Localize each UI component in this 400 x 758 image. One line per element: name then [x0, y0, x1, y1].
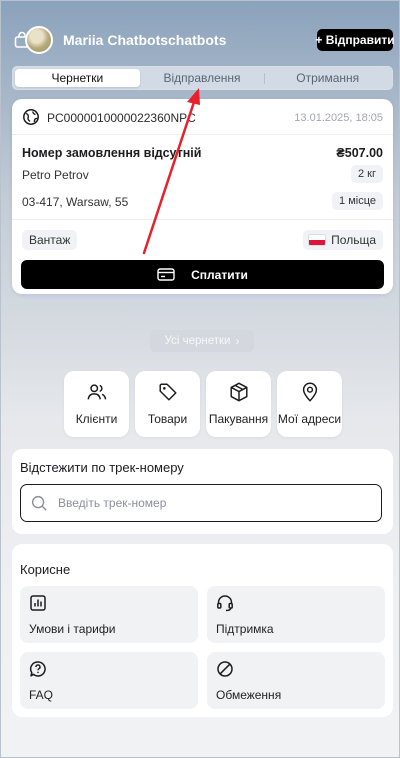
search-icon — [31, 495, 47, 511]
quick-action-label: Клієнти — [75, 412, 118, 426]
tab-incoming[interactable]: Отримання — [265, 69, 390, 87]
credit-card-icon — [157, 268, 175, 281]
quick-action-products[interactable]: Товари — [135, 371, 200, 437]
headset-icon — [217, 595, 233, 612]
order-price: ₴507.00 — [336, 146, 383, 160]
tab-outgoing[interactable]: Відправлення — [140, 69, 265, 87]
user-name: Mariia Chatbotschatbots — [63, 32, 227, 48]
quick-action-label: Мої адреси — [277, 412, 342, 426]
quick-action-packaging[interactable]: Пакування — [206, 371, 271, 437]
header: Mariia Chatbotschatbots + Відправити — [1, 1, 399, 63]
pay-button-label: Сплатити — [191, 267, 248, 282]
globe-icon — [23, 109, 39, 125]
useful-support[interactable]: Підтримка — [207, 586, 385, 643]
useful-title: Корисне — [20, 562, 71, 577]
poland-flag-icon — [308, 234, 327, 246]
tab-drafts[interactable]: Чернетки — [15, 69, 140, 87]
useful-item-label: FAQ — [29, 688, 54, 702]
useful-restrictions[interactable]: Обмеження — [207, 652, 385, 709]
all-drafts-label: Усі чернетки — [164, 335, 231, 347]
prohibited-icon — [217, 661, 233, 677]
quick-action-label: Пакування — [208, 412, 269, 426]
places-badge: 1 місце — [332, 192, 383, 210]
quick-action-clients[interactable]: Клієнти — [64, 371, 129, 437]
order-card-header: PC0000010000022360NPC 13.01.2025, 18:05 — [12, 99, 393, 135]
order-id: PC0000010000022360NPC — [47, 111, 196, 125]
shipment-type-badge: Вантаж — [22, 230, 78, 250]
quick-action-my-addresses[interactable]: Мої адреси — [277, 371, 342, 437]
useful-item-label: Підтримка — [216, 622, 274, 636]
quick-action-label: Товари — [147, 412, 188, 426]
recipient-address: 03-417, Warsaw, 55 — [22, 195, 129, 209]
app-screen: Mariia Chatbotschatbots + Відправити Чер… — [0, 0, 400, 758]
box-icon — [229, 382, 248, 402]
question-bubble-icon — [29, 661, 46, 677]
divider — [12, 219, 393, 220]
map-pin-icon — [302, 382, 317, 402]
useful-section: Корисне Умови і тарифи Підтримка FAQ Обм… — [12, 544, 393, 717]
useful-faq[interactable]: FAQ — [20, 652, 198, 709]
chevron-right-icon: › — [235, 334, 240, 348]
draft-order-card[interactable]: PC0000010000022360NPC 13.01.2025, 18:05 … — [12, 99, 393, 294]
recipient-name: Petro Petrov — [22, 168, 89, 182]
useful-item-label: Умови і тарифи — [29, 622, 116, 636]
useful-terms-and-rates[interactable]: Умови і тарифи — [20, 586, 198, 643]
pay-button[interactable]: Сплатити — [21, 260, 384, 289]
tracking-section: Відстежити по трек-номеру — [12, 449, 393, 534]
tag-icon — [158, 383, 177, 401]
order-date: 13.01.2025, 18:05 — [294, 112, 383, 124]
tracking-title: Відстежити по трек-номеру — [20, 460, 184, 475]
country-badge: Польща — [303, 230, 383, 250]
users-icon — [87, 384, 106, 400]
order-number-label: Номер замовлення відсутній — [22, 146, 202, 160]
weight-badge: 2 кг — [351, 165, 383, 183]
send-button[interactable]: + Відправити — [315, 29, 395, 51]
chart-document-icon — [30, 595, 46, 611]
tracking-field[interactable] — [20, 484, 382, 522]
useful-item-label: Обмеження — [216, 688, 282, 702]
all-drafts-button[interactable]: Усі чернетки › — [150, 330, 254, 352]
country-label: Польща — [331, 233, 376, 247]
shipment-tabs: Чернетки Відправлення Отримання — [12, 66, 393, 90]
tracking-number-input[interactable] — [58, 496, 358, 510]
avatar[interactable] — [25, 26, 53, 54]
